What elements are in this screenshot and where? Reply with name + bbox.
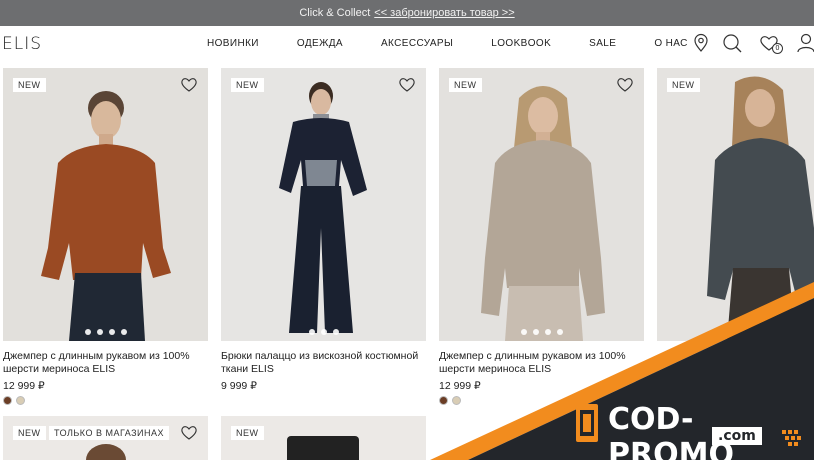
- color-swatches: [3, 396, 208, 405]
- swatch-brown[interactable]: [439, 396, 448, 405]
- nav-item-new[interactable]: НОВИНКИ: [207, 38, 259, 49]
- stores-only-badge: ТОЛЬКО В МАГАЗИНАХ: [49, 426, 170, 440]
- product-card[interactable]: NEW Джемпер с длинным рукавом из 100% ше…: [439, 68, 644, 405]
- promo-bar: Click & Collect << забронировать товар >…: [0, 0, 814, 26]
- wishlist-count-badge: 0: [772, 43, 783, 54]
- nav-item-sale[interactable]: SALE: [589, 38, 616, 49]
- product-card[interactable]: NEW: [221, 416, 426, 460]
- carousel-dots[interactable]: [3, 329, 208, 335]
- favorite-heart-icon[interactable]: [180, 424, 198, 440]
- new-badge: NEW: [231, 426, 264, 440]
- product-price: 12 999 ₽: [439, 380, 481, 392]
- new-badge: NEW: [13, 78, 46, 92]
- promo-link[interactable]: << забронировать товар >>: [374, 7, 514, 19]
- coupon-icon: [576, 404, 598, 442]
- product-price: 12 999 ₽: [3, 380, 45, 392]
- search-icon[interactable]: [721, 32, 743, 54]
- swatch-beige[interactable]: [16, 396, 25, 405]
- product-card[interactable]: NEW ТОЛЬКО В МАГАЗИНАХ: [3, 416, 208, 460]
- user-icon[interactable]: [795, 32, 814, 54]
- carousel-dots[interactable]: [439, 329, 644, 335]
- nav-item-lookbook[interactable]: LOOKBOOK: [491, 38, 551, 49]
- product-image[interactable]: NEW: [221, 68, 426, 341]
- product-image[interactable]: NEW: [439, 68, 644, 341]
- nav-item-accessories[interactable]: АКСЕССУАРЫ: [381, 38, 453, 49]
- product-price: 9 999 ₽: [221, 380, 257, 392]
- location-pin-icon[interactable]: [690, 32, 712, 54]
- product-card[interactable]: NEW Джемпер с длинным рукавом из 100% ше…: [3, 68, 208, 405]
- swatch-beige[interactable]: [452, 396, 461, 405]
- promo-text: Click & Collect: [299, 7, 371, 19]
- product-title[interactable]: Брюки палаццо из вискозной костюмной тка…: [221, 350, 426, 376]
- site-header: ELIS НОВИНКИ ОДЕЖДА АКСЕССУАРЫ LOOKBOOK …: [0, 26, 814, 64]
- new-badge: NEW: [667, 78, 700, 92]
- new-badge: NEW: [449, 78, 482, 92]
- swatch-brown[interactable]: [3, 396, 12, 405]
- wishlist-heart-icon[interactable]: 0: [758, 32, 783, 54]
- carousel-dots[interactable]: [221, 329, 426, 335]
- main-nav: НОВИНКИ ОДЕЖДА АКСЕССУАРЫ LOOKBOOK SALE …: [190, 38, 688, 49]
- product-card[interactable]: NEW: [657, 68, 814, 341]
- logo[interactable]: ELIS: [2, 34, 42, 54]
- product-title[interactable]: Джемпер с длинным рукавом из 100% шерсти…: [3, 350, 208, 376]
- watermark-domain: .com: [712, 427, 762, 445]
- page: Click & Collect << забронировать товар >…: [0, 0, 814, 460]
- product-image[interactable]: NEW: [3, 68, 208, 341]
- nav-item-about[interactable]: О НАС: [654, 38, 687, 49]
- product-title[interactable]: Джемпер с длинным рукавом из 100% шерсти…: [439, 350, 644, 376]
- product-card[interactable]: NEW Брюки палаццо из вискозной костюмной…: [221, 68, 426, 392]
- new-badge: NEW: [231, 78, 264, 92]
- favorite-heart-icon[interactable]: [616, 76, 634, 92]
- nav-item-clothing[interactable]: ОДЕЖДА: [297, 38, 343, 49]
- new-badge: NEW: [13, 426, 46, 440]
- favorite-heart-icon[interactable]: [398, 76, 416, 92]
- watermark-brand: COD-PROMO: [608, 402, 734, 460]
- product-image[interactable]: NEW: [657, 68, 814, 341]
- favorite-heart-icon[interactable]: [180, 76, 198, 92]
